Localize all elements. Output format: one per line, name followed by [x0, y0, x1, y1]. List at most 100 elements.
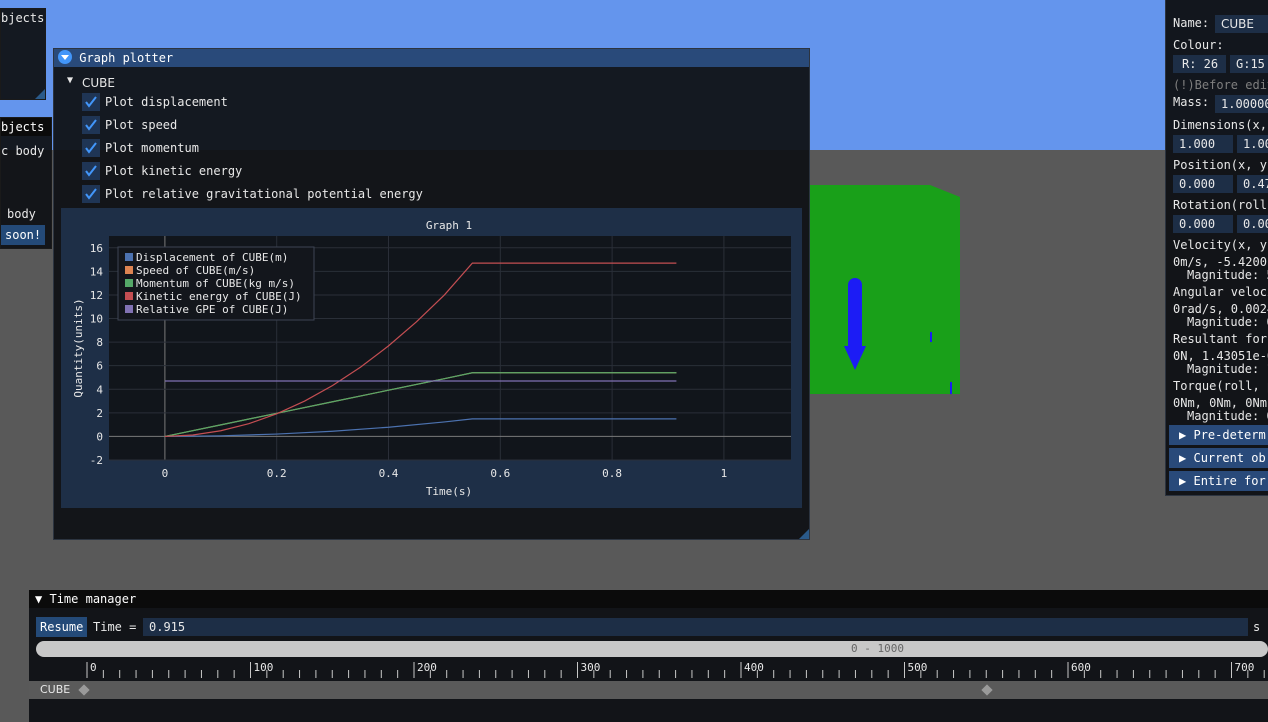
y-tick-label: 8	[96, 336, 103, 349]
legend-label: Kinetic energy of CUBE(J)	[136, 290, 302, 303]
colour-r-input[interactable]: R: 26	[1173, 55, 1226, 73]
resize-grip[interactable]	[35, 89, 45, 99]
torque-value: 0Nm, 0Nm, 0Nm	[1173, 396, 1267, 410]
checkbox-plot-gpe[interactable]	[82, 185, 100, 203]
keyframe-diamond-icon[interactable]	[78, 684, 90, 696]
time-manager-title-bar[interactable]: ▼ Time manager	[29, 590, 1268, 608]
checkbox-label: Plot speed	[105, 118, 178, 132]
torque-label: Torque(roll, p	[1173, 379, 1268, 393]
time-manager-title: Time manager	[49, 592, 137, 606]
object-manager-window: Name: CUBE Colour: R: 26 G:15 (!)Before …	[1165, 0, 1268, 496]
checkbox-label: Plot relative gravitational potential en…	[105, 187, 423, 201]
checkbox-plot-momentum[interactable]	[82, 139, 100, 157]
header-predetermined[interactable]: ▶ Pre-determ	[1169, 425, 1268, 445]
x-axis-label: Time(s)	[426, 485, 472, 498]
object-list-item[interactable]: c body	[1, 144, 44, 158]
cube-object[interactable]	[808, 185, 960, 394]
ruler-label: 400	[744, 661, 764, 674]
graph-plotter-title-bar[interactable]: Graph plotter	[54, 49, 809, 67]
resultant-force-magnitude: Magnitude: 1	[1187, 362, 1268, 376]
y-axis-label: Quantity(units)	[72, 298, 85, 397]
velocity-label: Velocity(x, y,	[1173, 238, 1268, 252]
resultant-force-value: 0N, 1.43051e-0	[1173, 349, 1268, 363]
mass-input[interactable]: 1.00000	[1215, 95, 1268, 113]
timeline-ruler[interactable]: 0 100 200 300 400 500 600 700	[29, 660, 1268, 682]
header-current-object[interactable]: ▶ Current ob	[1169, 448, 1268, 468]
checkbox-label: Plot displacement	[105, 95, 228, 109]
chart-legend: Displacement of CUBE(m)Speed of CUBE(m/s…	[117, 246, 315, 321]
x-tick-labels: 0 0.2 0.4 0.6 0.8 1	[162, 467, 728, 480]
torque-magnitude: Magnitude: 0	[1187, 409, 1268, 423]
tree-expand-icon[interactable]: ▼	[67, 75, 73, 86]
rotation-pitch-input[interactable]: 0.00	[1237, 215, 1268, 233]
triangle-right-icon: ▶	[1179, 428, 1187, 442]
dimensions-y-input[interactable]: 1.00	[1237, 135, 1268, 153]
checkbox-label: Plot momentum	[105, 141, 199, 155]
coming-soon-button[interactable]: soon!	[1, 225, 46, 245]
x-tick-label: 0.4	[379, 467, 399, 480]
colour-label: Colour:	[1173, 38, 1224, 52]
window-label: bjects	[1, 11, 45, 25]
legend-label: Speed of CUBE(m/s)	[136, 264, 255, 277]
axis-marker	[950, 382, 952, 394]
collapse-icon[interactable]	[58, 50, 72, 64]
position-x-input[interactable]: 0.000	[1173, 175, 1233, 193]
legend-swatch	[125, 305, 133, 313]
checkbox-plot-displacement[interactable]	[82, 93, 100, 111]
chart-title: Graph 1	[426, 219, 472, 232]
triangle-right-icon: ▶	[1179, 474, 1187, 488]
tree-node-cube[interactable]: CUBE	[82, 76, 115, 90]
checkbox-label: Plot kinetic energy	[105, 164, 243, 178]
y-tick-label: 4	[96, 383, 103, 396]
objects-window: bjects c body body soon!	[0, 117, 52, 249]
y-tick-label: 14	[90, 265, 104, 278]
angular-velocity-magnitude: Magnitude: 0	[1187, 315, 1268, 329]
position-y-input[interactable]: 0.47	[1237, 175, 1268, 193]
checkbox-plot-kinetic-energy[interactable]	[82, 162, 100, 180]
left-window-top: bjects	[0, 8, 46, 100]
keyframe-diamond-icon[interactable]	[981, 684, 993, 696]
x-tick-label: 0.2	[267, 467, 287, 480]
rotation-roll-input[interactable]: 0.000	[1173, 215, 1233, 233]
resume-button[interactable]: Resume	[36, 617, 88, 637]
y-tick-label: -2	[90, 454, 103, 467]
legend-swatch	[125, 279, 133, 287]
resize-grip[interactable]	[799, 529, 809, 539]
dimensions-x-input[interactable]: 1.000	[1173, 135, 1233, 153]
ruler-label: 700	[1235, 661, 1255, 674]
time-input[interactable]: 0.915	[143, 618, 1248, 636]
range-slider-label: 0 - 1000	[851, 642, 904, 655]
ruler-label: 0	[90, 661, 97, 674]
dimensions-label: Dimensions(x,	[1173, 118, 1267, 132]
ruler-label: 300	[581, 661, 601, 674]
velocity-arrow	[848, 278, 862, 348]
resultant-force-label: Resultant forc	[1173, 332, 1268, 346]
x-tick-label: 0.6	[490, 467, 510, 480]
objects-window-title[interactable]: bjects	[1, 118, 51, 136]
name-input[interactable]: CUBE	[1215, 15, 1268, 33]
range-slider[interactable]: 0 - 1000	[36, 641, 1268, 657]
y-tick-labels: -2 0 2 4 6 8 10 12 14 16	[90, 242, 104, 467]
collapse-arrow-icon[interactable]: ▼	[35, 592, 42, 606]
y-tick-label: 12	[90, 289, 103, 302]
checkbox-plot-speed[interactable]	[82, 116, 100, 134]
ruler-label: 500	[908, 661, 928, 674]
angular-velocity-label: Angular velocit	[1173, 285, 1268, 299]
velocity-value: 0m/s, -5.42001	[1173, 255, 1268, 269]
y-tick-label: 10	[90, 313, 103, 326]
y-tick-label: 2	[96, 407, 103, 420]
timeline-track[interactable]: CUBE	[29, 681, 1268, 699]
y-tick-label: 6	[96, 360, 103, 373]
ruler-label: 200	[417, 661, 437, 674]
legend-swatch	[125, 266, 133, 274]
axis-marker	[930, 332, 932, 342]
y-tick-label: 0	[96, 430, 103, 443]
object-list-item[interactable]: body	[7, 207, 36, 221]
header-entire-force[interactable]: ▶ Entire for	[1169, 471, 1268, 491]
chart-svg[interactable]: Graph 1 0 0.2 0.4 0.6 0.8 1 -2 0 2 4 6 8 10 12 14 16 T…	[61, 208, 802, 508]
colour-g-input[interactable]: G:15	[1230, 55, 1268, 73]
x-tick-label: 1	[721, 467, 728, 480]
ruler-label: 600	[1071, 661, 1091, 674]
velocity-magnitude: Magnitude: 5	[1187, 268, 1268, 282]
x-tick-label: 0	[162, 467, 169, 480]
